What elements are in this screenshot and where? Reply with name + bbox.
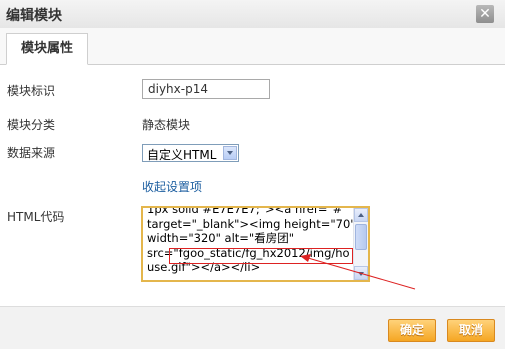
annotation-highlight-box	[169, 248, 353, 264]
dialog-titlebar: 编辑模块 ✕	[0, 0, 505, 29]
tab-strip: 模块属性	[0, 28, 505, 65]
scroll-up-icon[interactable]	[354, 208, 368, 222]
module-id-input[interactable]	[142, 79, 270, 99]
edit-module-dialog: 编辑模块 ✕ 模块属性 模块标识 模块分类 静态模块 数据来源 自定义HTML …	[0, 0, 505, 349]
code-line: width="320" alt="看房团"	[147, 231, 294, 245]
module-category-label: 模块分类	[7, 118, 56, 132]
data-source-select[interactable]: 自定义HTML	[142, 144, 239, 162]
cancel-button[interactable]: 取消	[447, 319, 495, 342]
html-code-textarea[interactable]: 1px solid #E7E7E7;"><a href="#" target="_…	[141, 206, 370, 282]
module-id-label: 模块标识	[7, 84, 56, 98]
scroll-thumb[interactable]	[355, 224, 367, 250]
code-scrollbar[interactable]	[353, 208, 368, 280]
code-line: 1px solid #E7E7E7;"><a href="#"	[147, 206, 348, 216]
html-code-content: 1px solid #E7E7E7;"><a href="#" target="_…	[147, 206, 356, 275]
dialog-title: 编辑模块	[6, 8, 62, 24]
ok-button[interactable]: 确定	[388, 319, 436, 342]
code-line: target="_blank"><img height="70"	[147, 216, 356, 231]
close-icon[interactable]: ✕	[476, 5, 494, 23]
dialog-footer: 确定 取消	[0, 306, 505, 349]
data-source-selected: 自定义HTML	[147, 148, 217, 162]
html-code-label: HTML代码	[7, 210, 65, 224]
chevron-down-icon[interactable]	[223, 146, 237, 160]
scroll-down-icon[interactable]	[354, 266, 368, 280]
collapse-settings-link[interactable]: 收起设置项	[142, 178, 202, 195]
data-source-label: 数据来源	[7, 146, 56, 160]
tab-module-properties[interactable]: 模块属性	[6, 33, 88, 65]
module-category-value: 静态模块	[142, 118, 191, 132]
